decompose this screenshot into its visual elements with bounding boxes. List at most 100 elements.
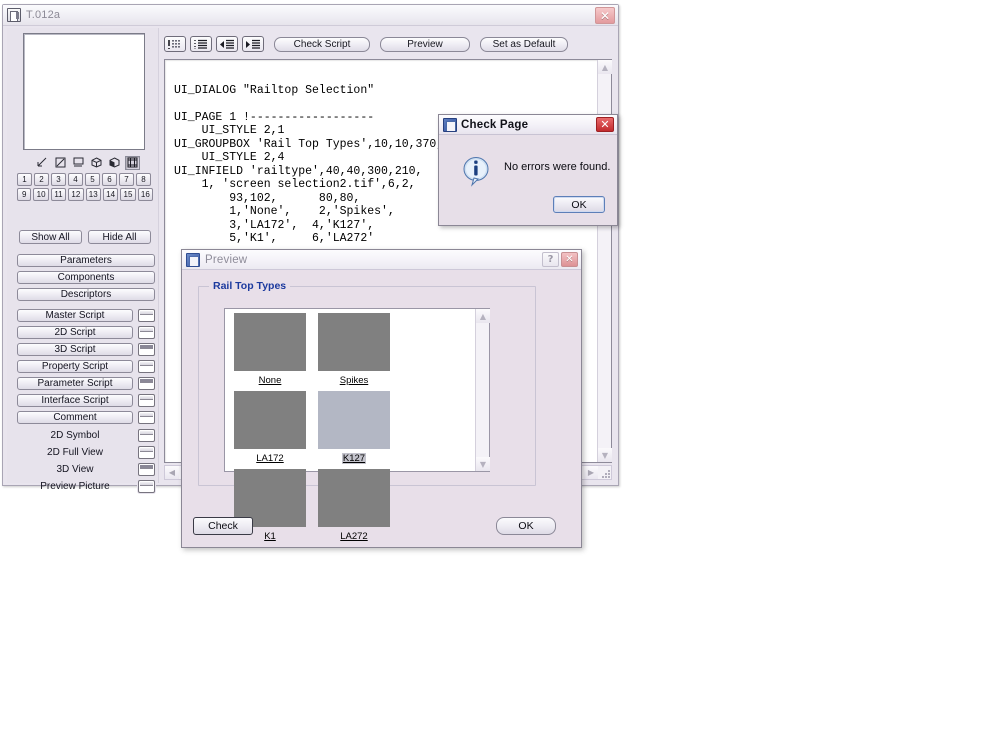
page-button-15[interactable]: 15	[120, 188, 136, 201]
page-button-1[interactable]: 1	[17, 173, 32, 186]
property-script-window-icon[interactable]	[138, 360, 155, 373]
decrease-indent-icon[interactable]	[242, 36, 264, 52]
screen-root: T.012a ✕ 1 2 3 4 5 6 7 8 9 10 11 12 13 1…	[0, 0, 999, 749]
scroll-right-arrow-icon[interactable]: ▶	[584, 466, 598, 479]
show-all-comments-icon[interactable]	[164, 36, 186, 52]
thumbnail-label-k1: K1	[264, 531, 276, 542]
page-button-4[interactable]: 4	[68, 173, 83, 186]
3d-wireframe-cube-icon[interactable]	[89, 156, 104, 170]
property-script-button[interactable]: Property Script	[17, 360, 133, 373]
2d-full-view-window-icon[interactable]	[138, 446, 155, 459]
2d-full-view-icon[interactable]	[71, 156, 86, 170]
page-button-2[interactable]: 2	[34, 173, 49, 186]
2d-script-window-icon[interactable]	[138, 326, 155, 339]
3d-solid-cube-icon[interactable]	[107, 156, 122, 170]
thumbnail-image-la172	[234, 391, 306, 449]
railtype-infield[interactable]: None Spikes LA172 K127 K1 LA272 ▲ ▼	[224, 308, 490, 542]
parameter-script-button[interactable]: Parameter Script	[17, 377, 133, 390]
page-button-9[interactable]: 9	[17, 188, 32, 201]
thumbnail-label-none: None	[258, 375, 282, 386]
page-button-12[interactable]: 12	[68, 188, 84, 201]
preview-close-button[interactable]: ✕	[561, 252, 578, 267]
window-resize-grip[interactable]	[598, 466, 611, 479]
interface-script-window-icon[interactable]	[138, 394, 155, 407]
thumbnail-cell-none[interactable]: None	[229, 313, 311, 391]
preview-dialog: Preview ? ✕ Rail Top Types None Spikes L…	[181, 249, 582, 548]
check-page-ok-button[interactable]: OK	[553, 196, 605, 213]
infield-vertical-scrollbar[interactable]: ▲ ▼	[475, 309, 490, 471]
master-script-window-icon[interactable]	[138, 309, 155, 322]
preview-button[interactable]: Preview	[380, 36, 470, 52]
parameters-button[interactable]: Parameters	[17, 254, 155, 267]
document-app-icon	[7, 8, 21, 22]
page-button-11[interactable]: 11	[50, 188, 67, 201]
thumbnail-cell-la172[interactable]: LA172	[229, 391, 311, 469]
preview-titlebar[interactable]: Preview ? ✕	[182, 250, 581, 270]
edit-line-icon[interactable]	[35, 156, 50, 170]
parameter-script-window-icon[interactable]	[138, 377, 155, 390]
thumbnail-image-spikes	[318, 313, 390, 371]
rail-top-types-groupbox: Rail Top Types None Spikes LA172 K127 K1…	[198, 280, 536, 542]
page-number-row-2: 9 10 11 12 13 14 15 16	[17, 188, 154, 201]
master-script-row: Master Script	[17, 309, 155, 322]
infield-scroll-up-arrow-icon[interactable]: ▲	[476, 309, 490, 323]
scroll-down-arrow-icon[interactable]: ▼	[598, 448, 612, 462]
master-script-button[interactable]: Master Script	[17, 309, 133, 322]
scroll-left-arrow-icon[interactable]: ◀	[165, 466, 179, 479]
main-button-stack: Parameters Components Descriptors	[17, 254, 155, 305]
preview-thumbnail-box[interactable]	[23, 33, 145, 150]
format-lines-icon[interactable]	[190, 36, 212, 52]
page-button-14[interactable]: 14	[102, 188, 119, 201]
preview-ok-button[interactable]: OK	[496, 517, 556, 535]
check-page-dialog: Check Page ✕ No errors were found. OK	[438, 114, 618, 226]
main-window-close-button[interactable]: ✕	[595, 7, 615, 24]
thumbnail-image-la272	[318, 469, 390, 527]
show-all-button[interactable]: Show All	[19, 230, 82, 244]
preview-picture-label: Preview Picture	[40, 481, 110, 492]
check-page-title: Check Page	[461, 118, 529, 131]
editor-toolbar: Check Script Preview Set as Default	[164, 36, 568, 52]
2d-symbol-icon[interactable]	[53, 156, 68, 170]
parameter-script-row: Parameter Script	[17, 377, 155, 390]
3d-view-window-icon[interactable]	[138, 463, 155, 476]
3d-script-row: 3D Script	[17, 343, 155, 356]
3d-view-row: 3D View	[17, 463, 155, 476]
3d-script-button[interactable]: 3D Script	[17, 343, 133, 356]
page-button-8[interactable]: 8	[136, 173, 151, 186]
page-button-10[interactable]: 10	[33, 188, 49, 201]
thumbnail-cell-la272[interactable]: LA272	[313, 469, 395, 547]
hide-all-button[interactable]: Hide All	[88, 230, 151, 244]
page-button-13[interactable]: 13	[85, 188, 101, 201]
page-button-16[interactable]: 16	[137, 188, 154, 201]
preview-picture-icon[interactable]	[125, 155, 140, 170]
comment-button[interactable]: Comment	[17, 411, 133, 424]
check-script-button[interactable]: Check Script	[274, 36, 370, 52]
page-button-5[interactable]: 5	[85, 173, 100, 186]
components-button[interactable]: Components	[17, 271, 155, 284]
check-page-close-button[interactable]: ✕	[596, 117, 614, 132]
comment-window-icon[interactable]	[138, 411, 155, 424]
scroll-up-arrow-icon[interactable]: ▲	[598, 60, 612, 74]
page-button-3[interactable]: 3	[51, 173, 66, 186]
thumbnail-cell-k127[interactable]: K127	[313, 391, 395, 469]
increase-indent-icon[interactable]	[216, 36, 238, 52]
3d-script-window-icon[interactable]	[138, 343, 155, 356]
thumbnail-cell-k1[interactable]: K1	[229, 469, 311, 547]
page-button-6[interactable]: 6	[102, 173, 117, 186]
interface-script-button[interactable]: Interface Script	[17, 394, 133, 407]
thumbnail-cell-spikes[interactable]: Spikes	[313, 313, 395, 391]
script-button-stack: Master Script 2D Script 3D Script Proper…	[17, 309, 155, 497]
infield-scroll-down-arrow-icon[interactable]: ▼	[476, 457, 490, 471]
check-page-titlebar[interactable]: Check Page ✕	[439, 115, 617, 135]
page-button-7[interactable]: 7	[119, 173, 134, 186]
set-as-default-button[interactable]: Set as Default	[480, 36, 568, 52]
page-number-grid: 1 2 3 4 5 6 7 8 9 10 11 12 13 14 15 16	[17, 173, 154, 203]
preview-help-button[interactable]: ?	[542, 252, 559, 267]
preview-check-button[interactable]: Check	[193, 517, 253, 535]
2d-script-button[interactable]: 2D Script	[17, 326, 133, 339]
2d-full-view-row: 2D Full View	[17, 446, 155, 459]
preview-picture-window-icon[interactable]	[138, 480, 155, 493]
2d-symbol-window-icon[interactable]	[138, 429, 155, 442]
descriptors-button[interactable]: Descriptors	[17, 288, 155, 301]
main-window-titlebar[interactable]: T.012a ✕	[3, 5, 618, 26]
